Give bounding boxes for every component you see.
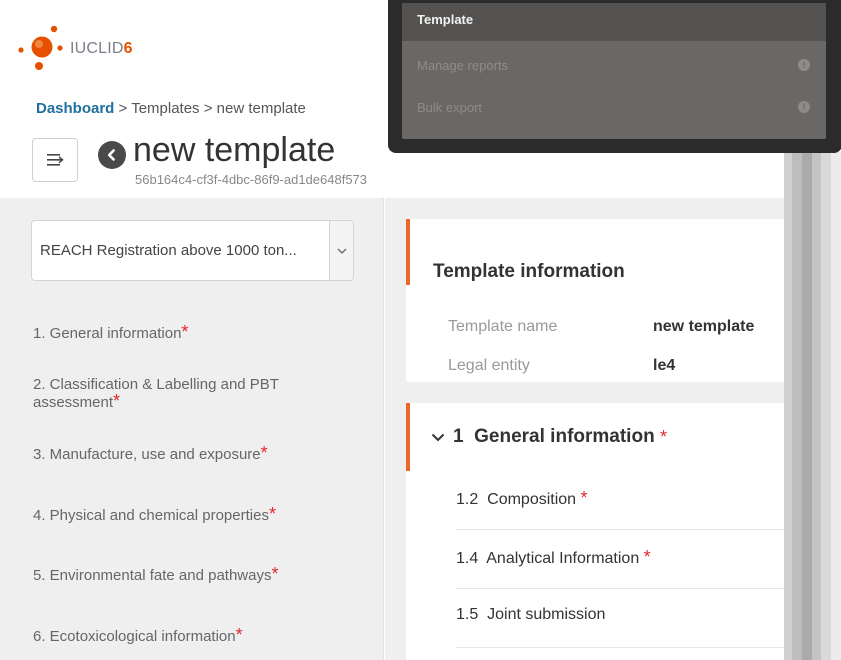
menu-collapse-icon	[47, 154, 64, 166]
page-title: new template	[133, 131, 336, 169]
section-number: 1	[453, 426, 464, 447]
menu-item-manage-reports[interactable]: Manage reports !	[402, 45, 826, 86]
breadcrumb-separator: >	[114, 100, 132, 117]
menu-toggle-button[interactable]	[32, 138, 78, 182]
subsection-label: 1.4 Analytical Information	[456, 550, 640, 567]
templates-dropdown-menu: Template Manage reports ! Bulk export !	[388, 0, 841, 153]
section-title: General information	[474, 426, 655, 447]
breadcrumb-current: new template	[216, 100, 306, 117]
legal-entity-value: le4	[653, 357, 676, 374]
card-accent-bar	[406, 403, 410, 471]
subsection-analytical-information[interactable]: 1.4 Analytical Information *	[456, 530, 796, 589]
section-header-toggle[interactable]: 1 General information *	[431, 426, 667, 448]
nav-item-physical-chemical-properties[interactable]: 4. Physical and chemical properties*	[33, 504, 353, 524]
nav-item-ecotoxicological-information[interactable]: 6. Ecotoxicological information*	[33, 625, 353, 645]
window-edge-shadow	[784, 152, 841, 660]
submission-type-value: REACH Registration above 1000 ton...	[40, 242, 297, 259]
back-button[interactable]	[98, 141, 126, 169]
required-marker: *	[659, 426, 667, 447]
back-arrow-icon	[107, 149, 115, 161]
menu-item-template[interactable]: Template	[402, 3, 826, 41]
menu-item-label: Template	[417, 12, 474, 27]
template-name-value: new template	[653, 318, 755, 335]
template-name-label: Template name	[448, 318, 558, 335]
logo-text: IUCLID6	[70, 39, 133, 57]
section-card-general-information: 1 General information * 1.2 Composition …	[406, 403, 841, 660]
template-content-panel: Template information Template name new t…	[385, 198, 841, 660]
subsection-label: 1.2 Composition	[456, 491, 577, 508]
breadcrumb-templates[interactable]: Templates	[131, 100, 199, 117]
nav-item-manufacture-use-exposure[interactable]: 3. Manufacture, use and exposure*	[33, 443, 353, 463]
chevron-down-icon	[431, 433, 445, 442]
nav-item-environmental-fate[interactable]: 5. Environmental fate and pathways*	[33, 564, 353, 584]
required-marker: *	[580, 488, 588, 508]
select-arrow[interactable]	[329, 221, 353, 280]
required-marker: *	[181, 322, 189, 342]
breadcrumb: Dashboard > Templates > new template	[36, 100, 306, 117]
menu-item-label: Bulk export	[417, 100, 483, 115]
nav-item-label: 6. Ecotoxicological information	[33, 628, 236, 645]
required-marker: *	[643, 547, 651, 567]
required-marker: *	[268, 504, 276, 524]
legal-entity-label: Legal entity	[448, 357, 530, 374]
nav-item-label: 2. Classification & Labelling and PBT as…	[33, 376, 279, 411]
breadcrumb-dashboard[interactable]: Dashboard	[36, 100, 114, 117]
required-marker: *	[271, 564, 279, 584]
submission-type-select[interactable]: REACH Registration above 1000 ton...	[31, 220, 354, 281]
menu-item-label: Manage reports	[417, 58, 509, 73]
template-information-title: Template information	[433, 261, 625, 282]
required-marker: *	[235, 625, 243, 645]
template-uuid: 56b164c4-cf3f-4dbc-86f9-ad1de648f573	[135, 172, 368, 187]
subsection-composition[interactable]: 1.2 Composition *	[456, 471, 796, 530]
nav-item-label: 4. Physical and chemical properties	[33, 507, 269, 524]
iuclid-logo[interactable]: IUCLID6	[14, 22, 133, 74]
required-marker: *	[113, 391, 121, 411]
menu-item-bulk-export[interactable]: Bulk export !	[402, 87, 826, 128]
info-icon[interactable]: !	[798, 101, 810, 113]
nav-item-classification-labelling[interactable]: 2. Classification & Labelling and PBT as…	[33, 376, 353, 411]
nav-item-label: 5. Environmental fate and pathways	[33, 567, 272, 584]
subsection-label: 1.5 Joint submission	[456, 606, 606, 623]
subsection-joint-submission[interactable]: 1.5 Joint submission	[456, 589, 796, 648]
breadcrumb-separator: >	[199, 100, 217, 117]
template-information-card: Template information Template name new t…	[406, 219, 841, 382]
nav-item-label: 3. Manufacture, use and exposure	[33, 446, 261, 463]
left-navigation-panel: REACH Registration above 1000 ton... 1. …	[0, 198, 384, 660]
card-accent-bar	[406, 219, 410, 285]
nav-item-general-information[interactable]: 1. General information*	[33, 322, 353, 342]
required-marker: *	[260, 443, 268, 463]
chevron-down-icon	[337, 248, 346, 254]
nav-item-label: 1. General information	[33, 325, 182, 342]
info-icon[interactable]: !	[798, 59, 810, 71]
dropdown-menu-list: Template Manage reports ! Bulk export !	[402, 3, 826, 139]
iuclid-logo-icon	[18, 25, 63, 70]
